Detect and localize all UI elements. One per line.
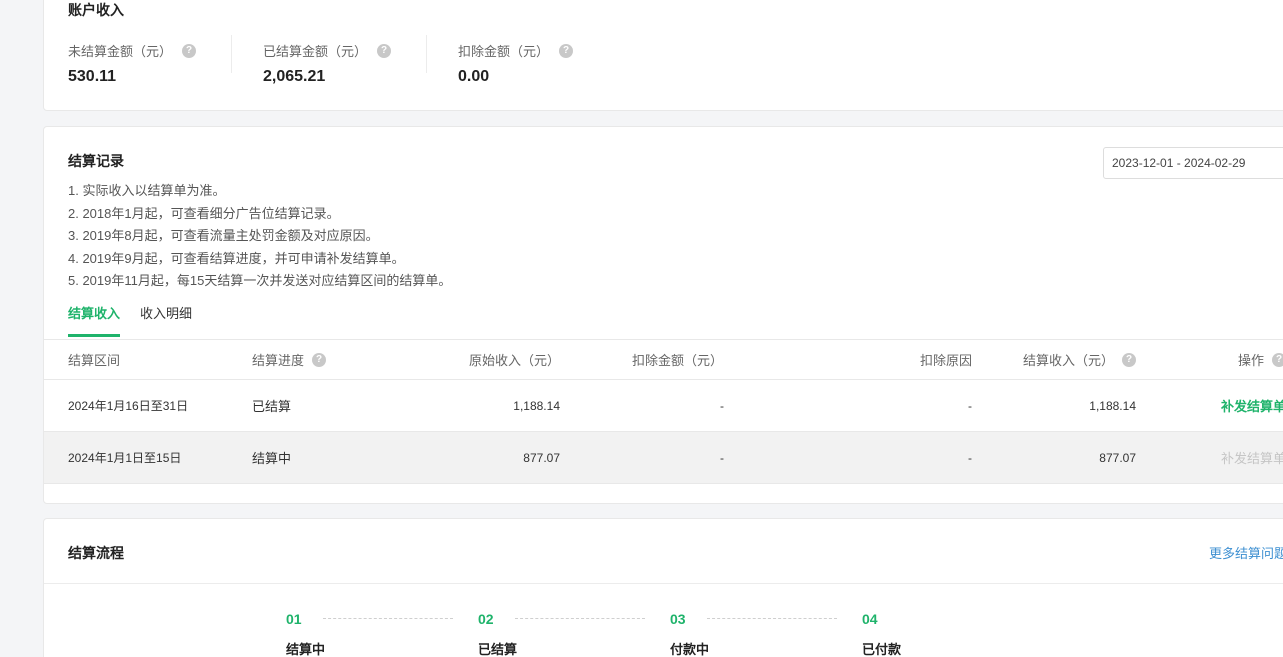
note-item: 2. 2018年1月起，可查看细分广告位结算记录。 [68, 205, 340, 221]
stat-divider [231, 35, 232, 73]
step-number: 01 [286, 611, 302, 627]
step-label: 付款中 [670, 642, 710, 657]
flow-step: 03 付款中 [670, 611, 709, 657]
col-settled: 结算收入（元） ? [1023, 340, 1136, 379]
table-row: 2024年1月1日至15日 结算中 877.07 - - 877.07 补发结算… [44, 432, 1283, 484]
note-item: 1. 实际收入以结算单为准。 [68, 183, 226, 198]
note-item: 3. 2019年8月起，可查看流量主处罚金额及对应原因。 [68, 228, 379, 244]
step-connector [515, 618, 645, 619]
stat-settled-value: 2,065.21 [263, 68, 326, 85]
col-original: 原始收入（元） [468, 353, 560, 368]
cell-settled: 877.07 [1099, 450, 1136, 465]
cell-period: 2024年1月16日至31日 [68, 399, 189, 413]
help-icon[interactable]: ? [559, 43, 574, 58]
cell-original: 877.07 [523, 450, 560, 465]
table-header: 结算区间 结算进度 ? 原始收入（元） 扣除金额（元） 扣除原因 结算收入（元）… [44, 340, 1283, 380]
step-number: 04 [862, 611, 878, 627]
step-label: 结算中 [286, 642, 326, 657]
tab-income-detail[interactable]: 收入明细 [140, 303, 192, 337]
stat-unsettled-label: 未结算金额（元） [68, 44, 173, 59]
date-range-picker[interactable]: 2023-12-01 - 2024-02-29 [1103, 147, 1283, 179]
table-row: 2024年1月16日至31日 已结算 1,188.14 - - 1,188.14… [44, 380, 1283, 432]
settlement-table: 结算区间 结算进度 ? 原始收入（元） 扣除金额（元） 扣除原因 结算收入（元）… [44, 339, 1283, 484]
flow-step: 01 结算中 [286, 611, 325, 657]
stat-unsettled: 未结算金额（元） ? 530.11 [68, 41, 197, 86]
cell-deduction: - [720, 450, 724, 465]
account-income-card: 账户收入 未结算金额（元） ? 530.11 已结算金额（元） ? 2,065.… [43, 0, 1283, 111]
step-connector [323, 618, 453, 619]
stat-deduction-value: 0.00 [458, 68, 490, 85]
stat-settled: 已结算金额（元） ? 2,065.21 [263, 41, 392, 86]
help-icon[interactable]: ? [312, 352, 327, 367]
more-settlement-questions-link[interactable]: 更多结算问题 [1209, 543, 1283, 562]
help-icon[interactable]: ? [1272, 352, 1283, 367]
step-number: 02 [478, 611, 494, 627]
col-period: 结算区间 [68, 353, 121, 368]
cell-reason: - [968, 398, 972, 413]
cell-period: 2024年1月1日至15日 [68, 451, 182, 465]
tab-settled-income[interactable]: 结算收入 [68, 303, 121, 337]
income-title: 账户收入 [68, 2, 124, 18]
divider [44, 583, 1283, 584]
cell-reason: - [968, 450, 972, 465]
flow-step: 02 已结算 [478, 611, 517, 657]
reissue-statement-button-disabled: 补发结算单 [1220, 451, 1283, 466]
col-deduction: 扣除金额（元） [632, 353, 724, 368]
stat-settled-label: 已结算金额（元） [263, 44, 368, 59]
notes-list: 1. 实际收入以结算单为准。 2. 2018年1月起，可查看细分广告位结算记录。… [68, 180, 451, 293]
cell-progress: 已结算 [252, 399, 292, 414]
cell-settled: 1,188.14 [1089, 398, 1136, 413]
reissue-statement-button[interactable]: 补发结算单 [1221, 396, 1283, 415]
col-reason: 扣除原因 [919, 353, 972, 368]
help-icon[interactable]: ? [182, 43, 197, 58]
step-label: 已付款 [862, 642, 902, 657]
col-action: 操作 ? [1238, 340, 1283, 379]
records-tabs: 结算收入 收入明细 [68, 303, 212, 337]
stat-deduction-label: 扣除金额（元） [458, 44, 550, 59]
cell-original: 1,188.14 [513, 398, 560, 413]
records-title: 结算记录 [68, 153, 124, 169]
help-icon[interactable]: ? [377, 43, 392, 58]
stat-deduction: 扣除金额（元） ? 0.00 [458, 41, 574, 86]
settlement-records-card: 结算记录 2023-12-01 - 2024-02-29 1. 实际收入以结算单… [43, 126, 1283, 504]
stat-unsettled-value: 530.11 [68, 68, 117, 85]
note-item: 5. 2019年11月起，每15天结算一次并发送对应结算区间的结算单。 [68, 273, 452, 289]
note-item: 4. 2019年9月起，可查看结算进度，并可申请补发结算单。 [68, 250, 405, 266]
settlement-flow-card: 结算流程 更多结算问题 01 结算中 02 已结算 03 付款中 04 已付款 [43, 518, 1283, 657]
col-progress: 结算进度 ? [252, 340, 327, 379]
help-icon[interactable]: ? [1122, 352, 1136, 367]
flow-step: 04 已付款 [862, 611, 901, 657]
stat-divider [426, 35, 427, 73]
step-number: 03 [670, 611, 686, 627]
flow-title: 结算流程 [68, 545, 124, 561]
cell-progress: 结算中 [252, 451, 292, 466]
step-label: 已结算 [478, 642, 518, 657]
cell-deduction: - [720, 398, 724, 413]
step-connector [707, 618, 837, 619]
